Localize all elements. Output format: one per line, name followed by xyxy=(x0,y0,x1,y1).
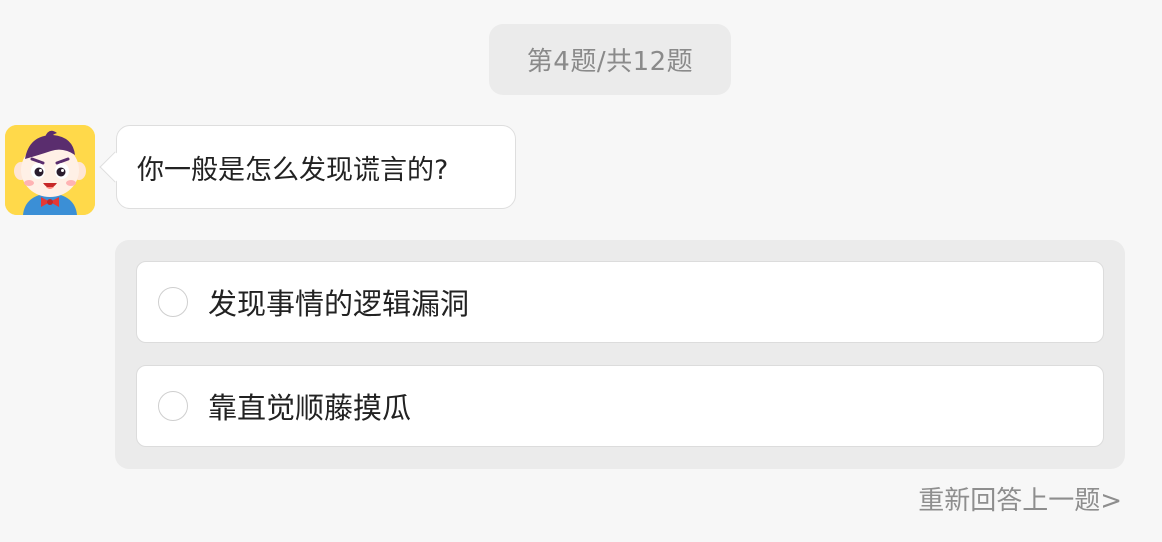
answer-options-panel: 发现事情的逻辑漏洞 靠直觉顺藤摸瓜 xyxy=(115,240,1125,469)
question-bubble: 你一般是怎么发现谎言的? xyxy=(99,125,516,209)
question-text: 你一般是怎么发现谎言的? xyxy=(137,154,449,186)
redo-previous-question-link[interactable]: 重新回答上一题> xyxy=(918,480,1122,517)
question-progress-label: 第4题/共12题 xyxy=(526,47,694,77)
radio-button[interactable] xyxy=(158,287,188,317)
answer-option-label: 发现事情的逻辑漏洞 xyxy=(208,287,470,321)
answer-option-2[interactable]: 靠直觉顺藤摸瓜 xyxy=(136,365,1104,447)
question-progress-badge: 第4题/共12题 xyxy=(489,24,731,95)
answer-option-1[interactable]: 发现事情的逻辑漏洞 xyxy=(136,261,1104,343)
bubble-tail xyxy=(99,151,131,183)
avatar xyxy=(5,125,95,215)
answer-option-label: 靠直觉顺藤摸瓜 xyxy=(208,391,412,425)
radio-button[interactable] xyxy=(158,391,188,421)
cartoon-boy-avatar-icon xyxy=(5,125,95,215)
